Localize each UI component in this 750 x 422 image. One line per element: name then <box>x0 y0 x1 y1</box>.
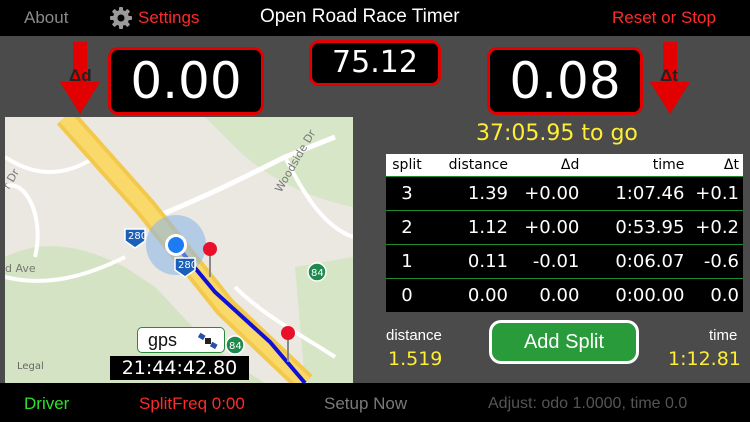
table-row[interactable]: 2 1.12 +0.00 0:53.95 +0.2 <box>386 209 743 244</box>
split-delta-time: -0.6 <box>688 243 743 278</box>
delta-time-display: 0.08 <box>487 47 643 115</box>
gps-indicator: gps <box>137 327 225 353</box>
app-title: Open Road Race Timer <box>260 6 460 27</box>
add-split-button[interactable]: Add Split <box>489 320 639 364</box>
table-row[interactable]: 1 0.11 -0.01 0:06.07 -0.6 <box>386 243 743 278</box>
column-header-split: split <box>386 154 428 176</box>
split-delta-distance: +0.00 <box>512 209 584 244</box>
route-84-shield: 84 <box>229 341 242 352</box>
split-distance: 0.11 <box>428 243 512 278</box>
delta-distance-label: Δd <box>69 66 92 85</box>
split-distance: 1.39 <box>428 175 512 210</box>
split-delta-time: +0.1 <box>688 175 743 210</box>
column-header-time: time <box>583 154 689 176</box>
clock-display: 21:44:42.80 <box>110 356 249 380</box>
split-delta-distance: +0.00 <box>512 175 584 210</box>
split-distance: 0.00 <box>428 277 512 312</box>
split-time: 1:07.46 <box>583 175 689 210</box>
setup-now-button[interactable]: Setup Now <box>324 394 407 414</box>
split-number: 1 <box>386 243 428 278</box>
split-time: 0:53.95 <box>583 209 689 244</box>
add-split-label: Add Split <box>492 323 636 361</box>
split-number: 3 <box>386 175 428 210</box>
street-label: d Ave <box>5 262 36 275</box>
split-delta-distance: 0.00 <box>512 277 584 312</box>
split-number: 0 <box>386 277 428 312</box>
elapsed-display: 75.12 <box>309 40 441 86</box>
adjust-button[interactable]: Adjust: odo 1.0000, time 0.0 <box>488 394 687 414</box>
split-delta-time: +0.2 <box>688 209 743 244</box>
split-number: 2 <box>386 209 428 244</box>
reset-stop-button[interactable]: Reset or Stop <box>612 8 716 28</box>
distance-value: 1.519 <box>388 348 443 370</box>
split-delta-distance: -0.01 <box>512 243 584 278</box>
route-84-shield: 84 <box>311 268 324 279</box>
gps-label: gps <box>148 330 178 350</box>
column-header-distance: distance <box>428 154 512 176</box>
time-label: time <box>709 327 738 344</box>
interstate-280-shield: 280 <box>178 260 197 271</box>
time-to-go: 37:05.95 to go <box>476 121 638 146</box>
column-header-delta-distance: Δd <box>512 154 584 176</box>
split-delta-time: 0.0 <box>688 277 743 312</box>
delta-distance-display: 0.00 <box>108 47 264 115</box>
split-freq-button[interactable]: SplitFreq 0:00 <box>139 394 245 414</box>
time-value: 1:12.81 <box>668 348 741 370</box>
column-header-delta-time: Δt <box>688 154 743 176</box>
satellite-icon <box>198 332 218 350</box>
distance-label: distance <box>386 327 442 344</box>
table-row[interactable]: 3 1.39 +0.00 1:07.46 +0.1 <box>386 175 743 210</box>
settings-button[interactable]: Settings <box>138 8 199 28</box>
table-row[interactable]: 0 0.00 0.00 0:00.00 0.0 <box>386 277 743 312</box>
split-time: 0:00.00 <box>583 277 689 312</box>
table-header-row: split distance Δd time Δt <box>386 154 743 176</box>
split-time: 0:06.07 <box>583 243 689 278</box>
app-screen: About Settings Open Road Race Timer Rese… <box>0 0 750 422</box>
driver-button[interactable]: Driver <box>24 394 69 414</box>
interstate-280-shield: 280 <box>128 231 147 242</box>
delta-time-label: Δt <box>660 66 678 85</box>
map-view[interactable]: Woodside Dr r Dr d Ave 280 280 84 84 Leg… <box>5 117 353 383</box>
about-button[interactable]: About <box>24 8 68 28</box>
map-legal-link[interactable]: Legal <box>17 361 44 372</box>
gear-icon[interactable] <box>109 6 133 30</box>
split-distance: 1.12 <box>428 209 512 244</box>
splits-table: split distance Δd time Δt 3 1.39 +0.00 1… <box>386 154 743 312</box>
